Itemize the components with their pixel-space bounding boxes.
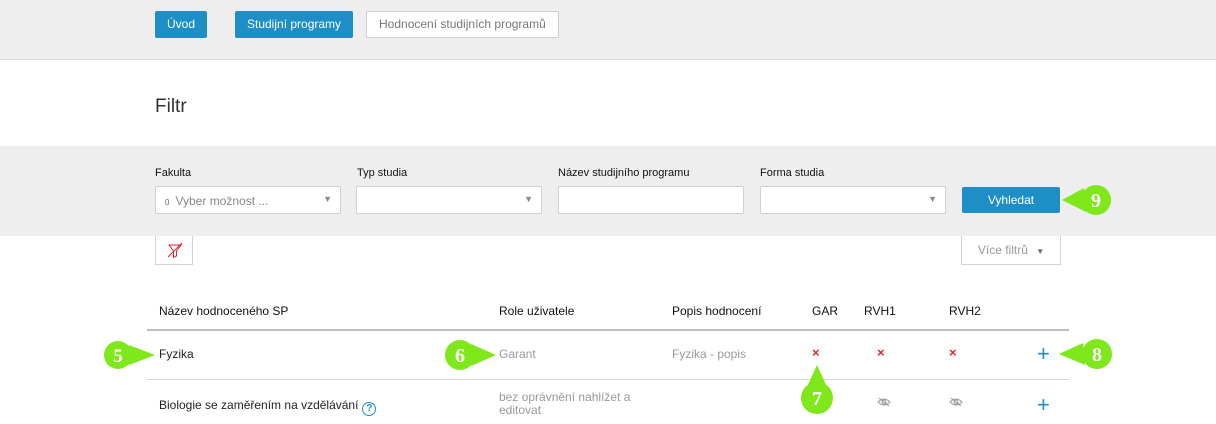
tab-program-evaluation[interactable]: Hodnocení studijních programů <box>366 11 559 38</box>
row-program-name: Biologie se zaměřením na vzdělávání? <box>159 398 377 416</box>
program-name-label: Název studijního programu <box>558 167 690 179</box>
callout-number: 9 <box>1091 190 1101 212</box>
callout-marker: 6 <box>445 340 496 370</box>
row-divider <box>147 379 1069 380</box>
row-description: Fyzika - popis <box>672 347 747 361</box>
caret-down-icon: ▼ <box>1036 247 1045 256</box>
callout-marker: 5 <box>104 341 155 369</box>
column-header-rvh2: RVH2 <box>949 304 981 318</box>
filter-title: Filtr <box>155 96 187 117</box>
callout-marker: 7 <box>801 365 833 414</box>
gar-cross-icon: × <box>812 345 820 360</box>
callout-marker: 8 <box>1059 339 1112 369</box>
chevron-down-icon: ▼ <box>323 194 332 204</box>
column-header-gar: GAR <box>812 304 839 318</box>
faculty-select[interactable]: 0 Vyber možnost ... ▼ <box>155 186 341 214</box>
row-role: bez oprávnění nahlížet a editovat <box>499 391 630 417</box>
add-evaluation-button[interactable]: + <box>1037 343 1050 365</box>
faculty-selected-count: 0 <box>165 198 170 207</box>
clear-filter-button[interactable] <box>155 236 193 265</box>
row-role-line: editovat <box>499 403 542 417</box>
add-evaluation-button[interactable]: + <box>1037 394 1050 416</box>
row-role: Garant <box>499 347 536 361</box>
study-form-label: Forma studia <box>760 167 825 179</box>
rvh1-cross-icon: × <box>877 345 885 360</box>
column-header-role: Role uživatele <box>499 304 575 318</box>
callout-number: 5 <box>113 346 123 367</box>
filter-clear-icon <box>167 242 183 259</box>
eye-slash-icon <box>949 397 963 407</box>
help-icon[interactable]: ? <box>362 402 377 416</box>
eye-slash-icon <box>877 397 891 407</box>
study-type-select[interactable]: ▼ <box>356 186 542 214</box>
column-header-rvh1: RVH1 <box>864 304 896 318</box>
column-header-program: Název hodnoceného SP <box>159 304 289 318</box>
tab-uvod[interactable]: Úvod <box>155 11 208 38</box>
header-divider <box>147 329 1069 331</box>
program-name-input[interactable] <box>558 186 744 214</box>
rvh2-cross-icon: × <box>949 345 957 360</box>
callout-number: 6 <box>455 345 465 367</box>
callout-marker: 9 <box>1062 185 1111 215</box>
faculty-placeholder: Vyber možnost ... <box>175 194 269 208</box>
search-button[interactable]: Vyhledat <box>962 187 1060 213</box>
more-filters-button[interactable]: Více filtrů ▼ <box>961 236 1061 265</box>
more-filters-label: Více filtrů <box>977 243 1028 257</box>
program-link[interactable]: Biologie se zaměřením na vzdělávání <box>159 398 358 412</box>
study-form-select[interactable]: ▼ <box>760 186 946 214</box>
callout-number: 8 <box>1092 344 1102 366</box>
callout-number: 7 <box>812 388 822 410</box>
chevron-down-icon: ▼ <box>928 194 937 204</box>
faculty-select-value: 0 Vyber možnost ... <box>165 194 268 208</box>
tab-study-programs[interactable]: Studijní programy <box>235 11 354 38</box>
column-header-description: Popis hodnocení <box>672 304 762 318</box>
study-type-label: Typ studia <box>357 167 408 179</box>
row-program-name: Fyzika <box>159 347 194 361</box>
faculty-label: Fakulta <box>155 167 192 179</box>
chevron-down-icon: ▼ <box>524 194 533 204</box>
